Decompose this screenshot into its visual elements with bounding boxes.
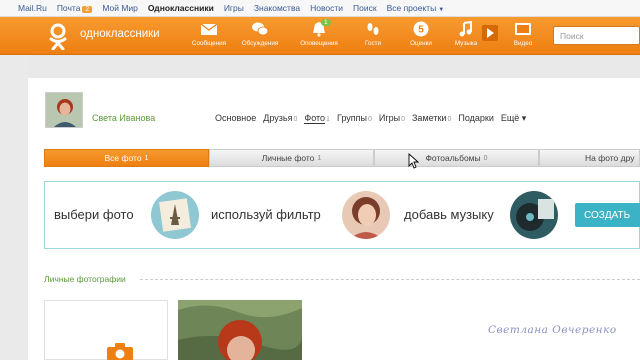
video-icon — [515, 23, 531, 35]
profile-nav-games[interactable]: Игры0 — [379, 113, 405, 124]
tab-all-photos-count: 1 — [144, 154, 149, 162]
nav-video[interactable]: Видео — [500, 20, 546, 47]
nav-ratings[interactable]: 5 Оценки — [398, 20, 444, 47]
all-projects-label: Все проекты — [386, 3, 437, 13]
play-icon[interactable] — [482, 25, 498, 41]
tab-photo-albums[interactable]: Фотоальбомы 0 — [374, 149, 539, 167]
profile-nav-photos[interactable]: Фото1 — [304, 113, 330, 124]
nav-notifications-label: Оповещения — [300, 40, 338, 47]
photo-image — [178, 300, 302, 360]
tab-friends-photos[interactable]: На фото дру — [539, 149, 640, 167]
nav-messages-label: Сообщения — [191, 40, 227, 47]
avatar[interactable] — [45, 92, 83, 128]
caret-down-icon: ▼ — [438, 7, 445, 13]
portal-link-all-projects[interactable]: Все проекты ▼ — [387, 3, 445, 13]
author-watermark: Светлана Овчеренко — [488, 324, 617, 336]
profile-nav-friends-label: Друзья — [263, 113, 293, 123]
profile-user-name[interactable]: Света Иванова — [92, 113, 155, 123]
section-title: Личные фотографии — [44, 274, 126, 284]
tab-personal-photos[interactable]: Личные фото 1 — [209, 149, 374, 167]
profile-page: Света Иванова Основное Друзья0 Фото1 Гру… — [28, 78, 640, 360]
portal-link-search[interactable]: Поиск — [353, 3, 377, 13]
profile-nav-games-label: Игры — [378, 113, 401, 123]
tab-personal-photos-label: Личные фото — [261, 153, 315, 163]
personal-photo-thumbnail[interactable] — [178, 300, 302, 360]
promo-eiffel-tower-image — [151, 191, 199, 239]
search-input[interactable]: Поиск — [553, 26, 640, 45]
promo-step-music: добавь музыку — [404, 207, 494, 222]
nav-guests[interactable]: Гости — [350, 20, 396, 47]
promo-portrait-image — [342, 191, 390, 239]
nav-video-label: Видео — [513, 40, 533, 47]
nav-music-label: Музыка — [454, 40, 478, 47]
portal-link-mymir[interactable]: Мой Мир — [102, 3, 138, 13]
profile-nav: Основное Друзья0 Фото1 Группы0 Игры0 Зам… — [215, 113, 533, 124]
camera-icon — [107, 343, 133, 360]
brand-name[interactable]: одноклассники — [80, 28, 160, 40]
nav-ratings-label: Оценки — [410, 40, 432, 47]
create-button[interactable]: СОЗДАТЬ — [575, 203, 640, 227]
portal-link-mailru[interactable]: Mail.Ru — [18, 3, 47, 13]
notifications-badge: 1 — [321, 19, 331, 26]
profile-nav-friends-count: 0 — [293, 116, 298, 123]
tab-photo-albums-count: 0 — [483, 154, 488, 162]
portal-link-mail[interactable]: Почта 2 — [57, 3, 93, 13]
ok-logo-icon[interactable] — [46, 22, 70, 50]
footprints-icon — [367, 23, 379, 35]
portal-link-ok[interactable]: Одноклассники — [148, 3, 214, 13]
mouse-cursor-icon — [408, 153, 419, 169]
avatar-image — [46, 93, 82, 127]
music-note-icon — [459, 20, 472, 37]
add-photo-card[interactable] — [44, 300, 168, 360]
nav-messages[interactable]: Сообщения — [186, 20, 232, 47]
promo-step-filter: используй фильтр — [211, 207, 321, 222]
rating-five-icon: 5 — [413, 21, 429, 37]
portal-link-news[interactable]: Новости — [310, 3, 343, 13]
profile-nav-more-label: Ещё ▾ — [500, 113, 527, 123]
profile-nav-main-label: Основное — [215, 113, 257, 123]
section-divider — [140, 279, 640, 280]
nav-discussions[interactable]: Обсуждения — [237, 20, 283, 47]
profile-nav-notes-count: 0 — [447, 116, 452, 123]
promo-vinyl-image — [510, 191, 558, 239]
profile-nav-friends[interactable]: Друзья0 — [263, 113, 297, 124]
profile-nav-main[interactable]: Основное — [215, 113, 256, 124]
mail-count-badge: 2 — [82, 6, 93, 13]
profile-nav-photos-count: 1 — [326, 116, 330, 123]
profile-nav-notes[interactable]: Заметки0 — [412, 113, 451, 124]
profile-nav-photos-label: Фото — [304, 113, 326, 124]
left-margin — [0, 55, 28, 360]
portal-link-mail-label: Почта — [56, 3, 81, 13]
nav-guests-label: Гости — [364, 40, 382, 47]
nav-notifications[interactable]: 1 Оповещения — [296, 19, 342, 47]
portal-bar: Mail.Ru Почта 2 Мой Мир Одноклассники Игр… — [0, 0, 640, 17]
chat-bubbles-icon — [252, 22, 269, 36]
profile-nav-games-count: 0 — [401, 116, 405, 123]
profile-nav-notes-label: Заметки — [412, 113, 447, 123]
profile-nav-more[interactable]: Ещё ▾ — [501, 113, 526, 124]
tab-friends-photos-label: На фото дру — [585, 153, 635, 163]
nav-discussions-label: Обсуждения — [241, 40, 279, 47]
promo-step-choose: выбери фото — [54, 207, 134, 222]
profile-nav-groups-label: Группы — [336, 113, 367, 123]
profile-nav-gifts[interactable]: Подарки — [458, 113, 494, 124]
site-header: одноклассники Сообщения Обсуждения 1 Опо… — [0, 17, 640, 55]
tab-all-photos[interactable]: Все фото 1 — [44, 149, 209, 167]
tab-photo-albums-label: Фотоальбомы — [425, 153, 481, 163]
profile-nav-groups[interactable]: Группы0 — [337, 113, 372, 124]
profile-nav-gifts-label: Подарки — [458, 113, 494, 123]
envelope-icon — [200, 23, 218, 35]
portal-link-dating[interactable]: Знакомства — [254, 3, 300, 13]
search-placeholder: Поиск — [560, 31, 584, 41]
tab-all-photos-label: Все фото — [104, 153, 142, 163]
tab-personal-photos-count: 1 — [317, 154, 322, 162]
photo-tabs: Все фото 1 Личные фото 1 Фотоальбомы 0 На ф… — [44, 149, 640, 167]
profile-nav-groups-count: 0 — [367, 116, 372, 123]
portal-link-games[interactable]: Игры — [224, 3, 244, 13]
svg-text:5: 5 — [418, 25, 424, 36]
photo-promo-banner: выбери фото используй фильтр добавь музы… — [44, 181, 640, 249]
